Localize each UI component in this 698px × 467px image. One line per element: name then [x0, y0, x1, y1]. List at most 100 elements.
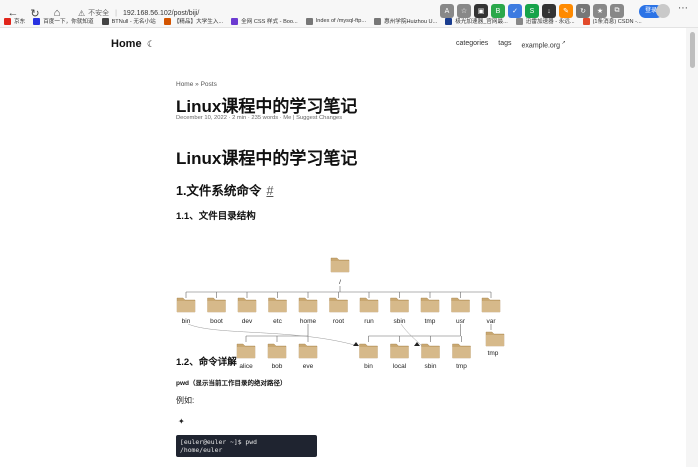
dir-var-folder-front [482, 301, 500, 312]
usr-sbin-folder-front [421, 347, 440, 358]
bookmark-label: 百度一下，你就知道 [43, 19, 94, 25]
scrollbar-thumb[interactable] [690, 32, 695, 68]
usr-child-label-sbin: sbin [425, 363, 437, 370]
dir-dev-folder-front [238, 301, 256, 312]
bookmark-favicon-icon [231, 17, 239, 25]
dir-label-boot: boot [210, 318, 223, 325]
usr-child-label-local: local [393, 363, 407, 370]
menu-example-org-label: example.org [521, 42, 561, 50]
dir-run-folder-front [360, 301, 378, 312]
code-line-2: /home/euler [180, 446, 223, 454]
dir-label-var: var [486, 318, 496, 325]
scrollbar[interactable] [686, 28, 698, 467]
pwd-description: pwd（显示当前工作目录的绝对路径） [176, 380, 287, 387]
bookmark-item[interactable]: (1条消息) CSDN -... [582, 17, 642, 25]
site-home-link[interactable]: Home [111, 38, 142, 50]
section-heading-1: 1.文件系统命令 # [176, 180, 273, 199]
dir-label-tmp: tmp [425, 318, 436, 325]
external-link-icon: ↗ [560, 40, 566, 46]
bookmark-favicon-icon [163, 17, 171, 25]
dir-root-folder-front [329, 301, 348, 312]
site-menu: categories tags example.org ↗ [456, 40, 566, 49]
bookmark-favicon-icon [33, 17, 41, 25]
bookmark-label: BTNull - 无名小站 [111, 19, 156, 25]
bookmark-item[interactable]: 京东 [4, 17, 25, 25]
home-alice-folder-front [237, 347, 255, 358]
bookmark-item[interactable]: 【精品】大学生入... [163, 17, 224, 25]
bookmark-label: (1条消息) CSDN -... [592, 19, 642, 25]
tree-root-label: / [339, 279, 341, 286]
dir-label-bin: bin [182, 318, 191, 325]
dir-label-usr: usr [456, 318, 466, 325]
bookmark-item[interactable]: 极光加速器_官网最... [445, 17, 508, 25]
dir-etc-folder-front [268, 301, 287, 312]
bookmark-label: 极光加速器_官网最... [455, 19, 508, 25]
var-tmp-folder-front [486, 335, 504, 346]
dir-sbin-folder-front [390, 301, 409, 312]
bookmark-favicon-icon [515, 17, 523, 25]
bookmark-favicon-icon [445, 17, 453, 25]
bookmark-item[interactable]: 迅雷加速器 - 永远... [515, 17, 575, 25]
tree-arrow-2-icon [414, 342, 420, 346]
bookmark-label: 迅雷加速器 - 永远... [525, 19, 575, 25]
dir-boot-folder-front [207, 301, 226, 312]
bookmark-label: Index of /mysql-ftp... [315, 18, 367, 24]
code-block: [euler@euler ~]$ pwd /home/euler [176, 435, 317, 457]
bookmark-label: 全网 CSS 样式 - Boo... [241, 19, 298, 25]
usr-bin-folder-front [359, 347, 378, 358]
dir-label-root: root [333, 318, 344, 325]
home-eve-folder-front [299, 347, 317, 358]
bookmark-item[interactable]: Index of /mysql-ftp... [305, 17, 367, 25]
dir-home-folder-front [299, 301, 317, 312]
bookmark-favicon-icon [4, 17, 11, 25]
section-heading-1-2: 1.2、命令详解 [176, 357, 237, 368]
post-title: Linux课程中的学习笔记 [176, 97, 358, 116]
bookmark-favicon-icon [582, 17, 590, 25]
bookmark-label: 惠州学院Huizhou U... [384, 19, 438, 25]
root-dir-folder-front [331, 261, 349, 272]
bookmark-item[interactable]: 惠州学院Huizhou U... [374, 17, 437, 25]
breadcrumb[interactable]: Home » Posts [176, 81, 217, 88]
menu-tags[interactable]: tags [498, 40, 511, 49]
more-menu-icon[interactable]: ⋯ [678, 3, 688, 14]
tree-link-curve-1 [187, 323, 359, 347]
bookmark-favicon-icon [305, 17, 313, 25]
dir-usr-folder-front [451, 301, 470, 312]
heading-anchor-link[interactable]: # [266, 184, 273, 198]
usr-child-label-bin: bin [364, 363, 373, 370]
dir-bin-folder-front [177, 301, 195, 312]
home-child-label-eve: eve [303, 363, 314, 370]
sparkle-icon: ✦ [178, 417, 185, 426]
page-content: Home ☾ categories tags example.org ↗ Hom… [0, 28, 686, 467]
section-heading-1-1: 1.1、文件目录结构 [176, 211, 256, 222]
menu-example-org[interactable]: example.org ↗ [522, 40, 566, 49]
dir-label-home: home [300, 318, 317, 325]
bookmark-item[interactable]: 全网 CSS 样式 - Boo... [231, 17, 298, 25]
tree-arrow-1-icon [353, 342, 359, 346]
tree-link-curve-2 [400, 323, 423, 347]
dir-label-sbin: sbin [394, 318, 406, 325]
bookmark-favicon-icon [101, 17, 109, 25]
bookmark-favicon-icon [374, 17, 382, 25]
browser-toolbar: ← ↻ ⌂ ⚠ 不安全 | 192.168.56.102/post/biji/ … [0, 0, 698, 28]
bookmark-item[interactable]: 百度一下，你就知道 [33, 17, 94, 25]
usr-tmp-folder-front [452, 347, 471, 358]
bookmark-label: 京东 [14, 19, 26, 25]
theme-toggle-icon[interactable]: ☾ [147, 39, 155, 50]
bookmark-label: 【精品】大学生入... [173, 19, 224, 25]
home-child-label-alice: alice [239, 363, 253, 370]
directory-tree-diagram: / bin boot dev etc home root run sbin tmp usr var al… [176, 257, 505, 370]
menu-categories[interactable]: categories [456, 40, 488, 49]
bookmark-item[interactable]: BTNull - 无名小站 [101, 17, 156, 25]
usr-child-label-tmp: tmp [456, 363, 467, 370]
dir-tmp-folder-front [421, 301, 439, 312]
example-label: 例如: [176, 396, 195, 405]
var-child-label-tmp: tmp [488, 350, 499, 357]
dir-label-run: run [364, 318, 374, 325]
usr-local-folder-front [390, 347, 409, 358]
post-meta: December 10, 2022 · 2 min · 235 words · … [176, 115, 343, 121]
home-bob-folder-front [268, 347, 286, 358]
dir-label-etc: etc [273, 318, 282, 325]
content-heading: Linux课程中的学习笔记 [176, 149, 358, 168]
code-line-1: [euler@euler ~]$ pwd [180, 438, 257, 446]
